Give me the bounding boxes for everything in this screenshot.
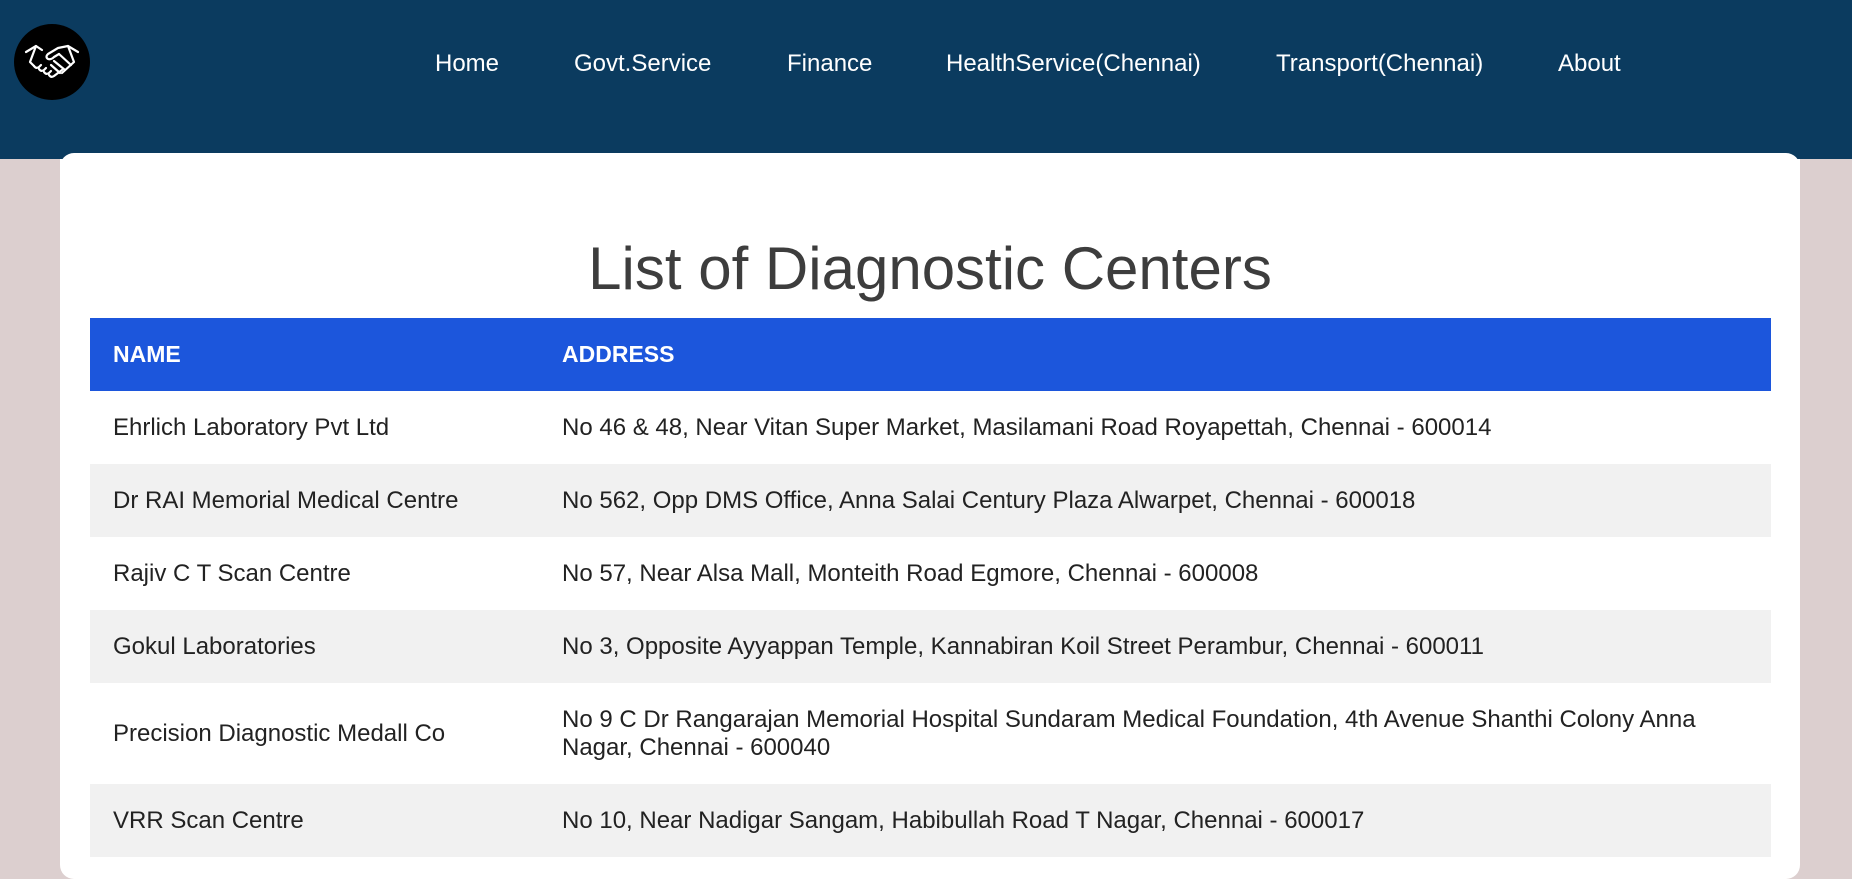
page-title: List of Diagnostic Centers <box>588 235 1272 302</box>
center-name: Gokul Laboratories <box>90 610 539 683</box>
table-row: Precision Diagnostic Medall Co No 9 C Dr… <box>90 683 1771 784</box>
column-header-name: NAME <box>90 318 539 391</box>
center-name: Ehrlich Laboratory Pvt Ltd <box>90 391 539 464</box>
center-address: No 3, Opposite Ayyappan Temple, Kannabir… <box>539 610 1771 683</box>
content-card: List of Diagnostic Centers NAME ADDRESS … <box>60 153 1800 879</box>
center-address: No 562, Opp DMS Office, Anna Salai Centu… <box>539 464 1771 537</box>
center-name: VRR Scan Centre <box>90 784 539 857</box>
center-address: No 9 C Dr Rangarajan Memorial Hospital S… <box>539 683 1771 784</box>
center-address: No 57, Near Alsa Mall, Monteith Road Egm… <box>539 537 1771 610</box>
nav-menu: Home Govt.Service Finance HealthService(… <box>0 49 1852 79</box>
table-row: Rajiv C T Scan Centre No 57, Near Alsa M… <box>90 537 1771 610</box>
table-row: Dr RAI Memorial Medical Centre No 562, O… <box>90 464 1771 537</box>
column-header-address: ADDRESS <box>539 318 1771 391</box>
table-row: Ehrlich Laboratory Pvt Ltd No 46 & 48, N… <box>90 391 1771 464</box>
nav-item-transport[interactable]: Transport(Chennai) <box>1276 49 1483 79</box>
table-row: Gokul Laboratories No 3, Opposite Ayyapp… <box>90 610 1771 683</box>
center-address: No 10, Near Nadigar Sangam, Habibullah R… <box>539 784 1771 857</box>
center-name: Precision Diagnostic Medall Co <box>90 683 539 784</box>
nav-item-finance[interactable]: Finance <box>787 49 872 79</box>
table-row: VRR Scan Centre No 10, Near Nadigar Sang… <box>90 784 1771 857</box>
center-name: Dr RAI Memorial Medical Centre <box>90 464 539 537</box>
nav-item-health-service[interactable]: HealthService(Chennai) <box>946 49 1201 79</box>
nav-item-about[interactable]: About <box>1558 49 1621 79</box>
table-header-row: NAME ADDRESS <box>90 318 1771 391</box>
nav-item-home[interactable]: Home <box>435 49 499 79</box>
diagnostic-centers-table: NAME ADDRESS Ehrlich Laboratory Pvt Ltd … <box>90 318 1771 857</box>
navbar: Home Govt.Service Finance HealthService(… <box>0 0 1852 159</box>
nav-item-govt-service[interactable]: Govt.Service <box>574 49 711 79</box>
center-address: No 46 & 48, Near Vitan Super Market, Mas… <box>539 391 1771 464</box>
center-name: Rajiv C T Scan Centre <box>90 537 539 610</box>
